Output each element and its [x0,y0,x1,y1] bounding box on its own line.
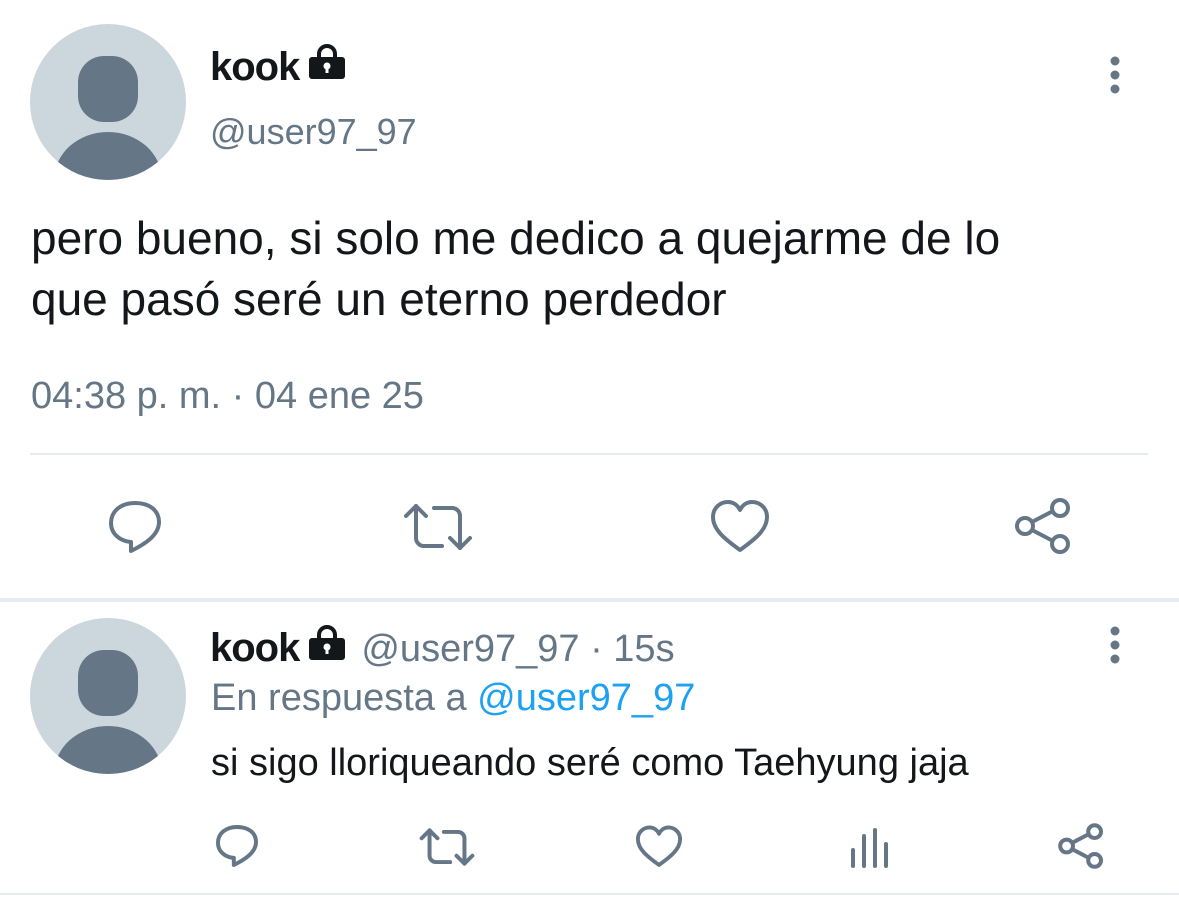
avatar[interactable] [30,618,186,774]
analytics-icon [851,828,888,868]
retweet-button[interactable] [418,824,476,870]
retweet-icon [419,828,475,866]
divider [30,453,1148,455]
reply-icon [109,501,161,553]
like-button[interactable] [708,498,772,556]
default-avatar-icon [54,56,162,180]
display-name[interactable]: kook [210,45,300,89]
more-options-button[interactable] [1098,624,1132,666]
lock-icon [307,44,347,85]
share-icon [1015,498,1070,554]
more-vertical-icon [1110,56,1120,94]
tweet-text: pero bueno, si solo me dedico a quejarme… [31,208,1161,330]
lock-icon [307,625,347,666]
analytics-button[interactable] [846,826,892,870]
display-name[interactable]: kook [210,626,300,670]
tweet-text: si sigo lloriqueando seré como Taehyung … [211,742,969,784]
tweet-text-line: que pasó seré un eterno perdedor [31,273,727,325]
reply-context: En respuesta a @user97_97 [211,677,695,720]
reply-prefix: En respuesta a [211,677,467,719]
retweet-icon [404,504,472,550]
retweet-button[interactable] [402,498,474,556]
heart-icon [635,825,683,867]
more-options-button[interactable] [1098,54,1132,96]
tweet-separator [0,598,1179,602]
avatar[interactable] [30,24,186,180]
user-handle[interactable]: @user97_97 [210,111,417,153]
reply-to-link[interactable]: @user97_97 [477,677,695,719]
user-handle-time[interactable]: @user97_97 · 15s [361,628,674,670]
tweet-timestamp[interactable]: 04:38 p. m. · 04 ene 25 [31,375,424,418]
tweet-text-line: pero bueno, si solo me dedico a quejarme… [31,212,1001,264]
bottom-divider [0,893,1179,895]
more-vertical-icon [1110,626,1120,664]
share-icon [1058,823,1104,869]
reply-button[interactable] [212,822,262,870]
share-button[interactable] [1012,496,1074,556]
like-button[interactable] [634,824,684,870]
heart-icon [711,500,769,552]
default-avatar-icon [54,650,162,774]
reply-icon [215,824,259,868]
share-button[interactable] [1056,822,1106,870]
reply-button[interactable] [104,498,166,556]
